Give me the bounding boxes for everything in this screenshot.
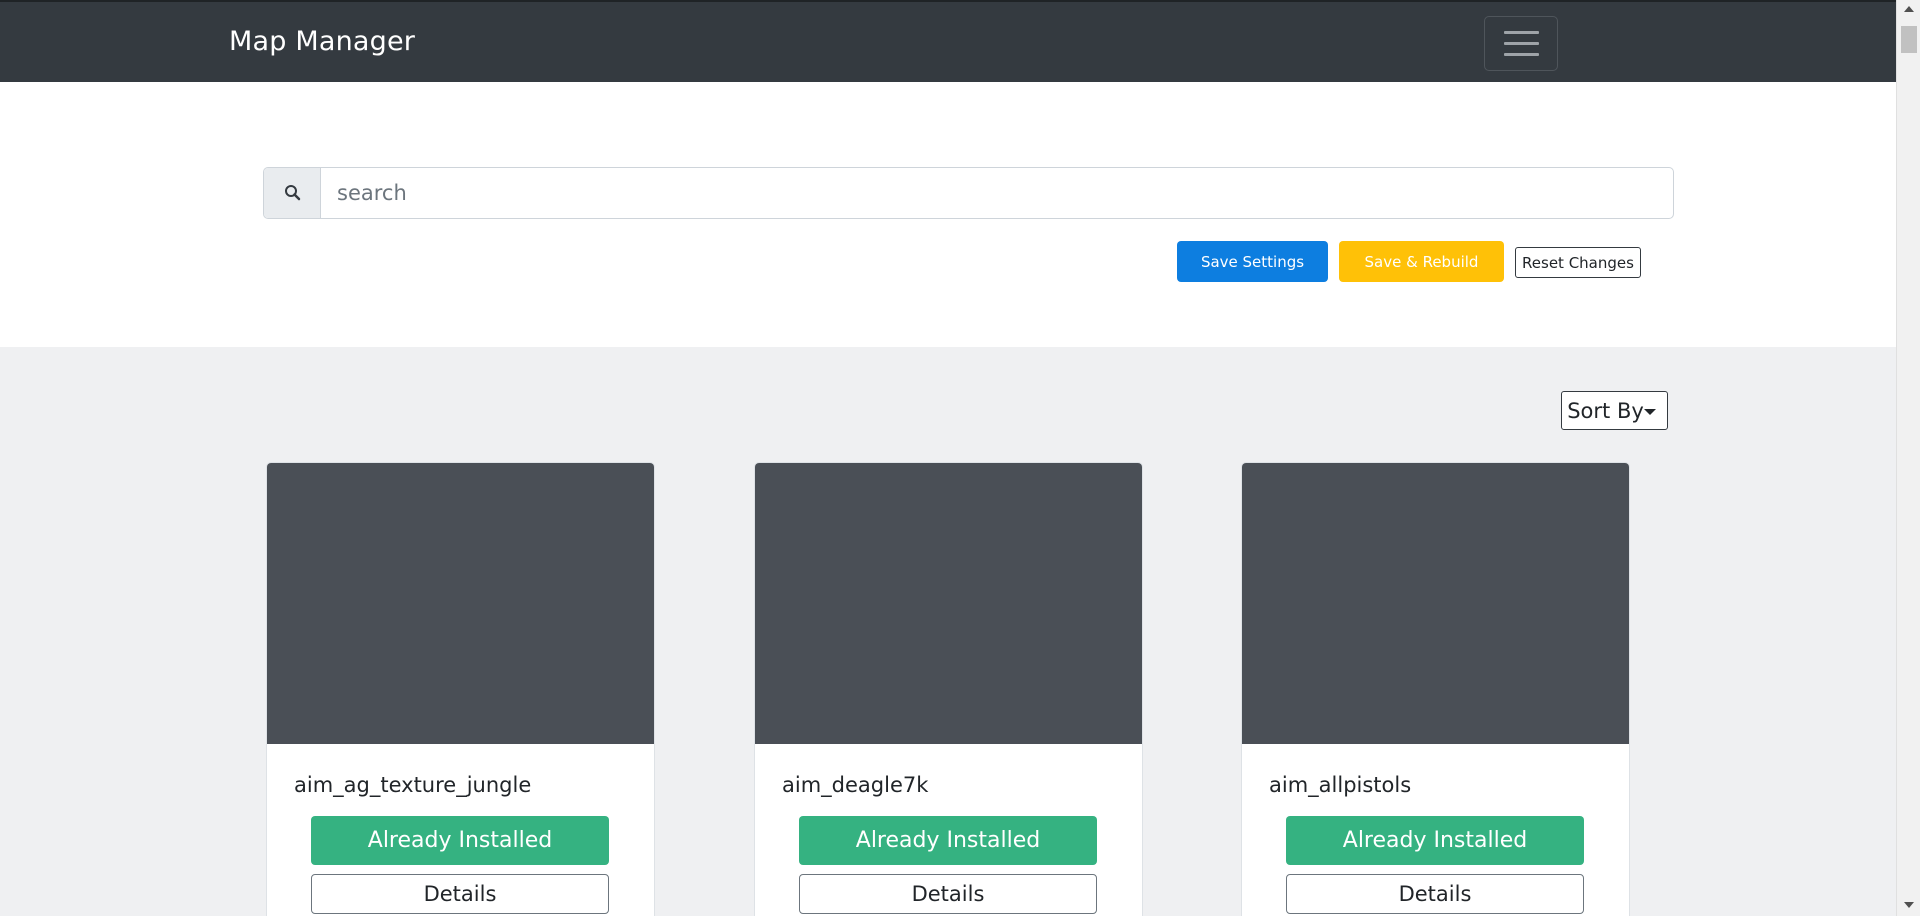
sort-by-label: Sort By	[1567, 398, 1644, 423]
scroll-down-arrow-icon[interactable]	[1904, 902, 1914, 908]
navbar: Map Manager	[0, 0, 1896, 82]
map-thumbnail	[1242, 463, 1629, 744]
caret-down-icon	[1644, 409, 1656, 415]
details-button[interactable]: Details	[1286, 874, 1584, 914]
controls-section: Save Settings Save & Rebuild Reset Chang…	[0, 82, 1896, 347]
hamburger-icon-bar-top	[1504, 31, 1539, 34]
reset-changes-button[interactable]: Reset Changes	[1515, 247, 1641, 278]
navbar-brand[interactable]: Map Manager	[229, 26, 415, 57]
map-title: aim_deagle7k	[782, 773, 929, 797]
map-card: aim_deagle7k Already Installed Details	[754, 462, 1143, 916]
save-settings-button[interactable]: Save Settings	[1177, 241, 1328, 282]
map-thumbnail	[755, 463, 1142, 744]
map-title: aim_allpistols	[1269, 773, 1412, 797]
scroll-up-arrow-icon[interactable]	[1904, 6, 1914, 12]
hamburger-icon-bar-bottom	[1504, 53, 1539, 56]
already-installed-button[interactable]: Already Installed	[799, 816, 1097, 865]
hamburger-icon-bar-middle	[1504, 42, 1539, 45]
map-card: aim_allpistols Already Installed Details	[1241, 462, 1630, 916]
map-thumbnail	[267, 463, 654, 744]
save-rebuild-button[interactable]: Save & Rebuild	[1339, 241, 1504, 282]
search-icon-addon	[264, 168, 321, 218]
details-button[interactable]: Details	[799, 874, 1097, 914]
sort-by-dropdown[interactable]: Sort By	[1561, 391, 1668, 430]
search-input[interactable]	[321, 168, 1673, 218]
scrollbar-thumb[interactable]	[1901, 26, 1917, 53]
already-installed-button[interactable]: Already Installed	[311, 816, 609, 865]
already-installed-button[interactable]: Already Installed	[1286, 816, 1584, 865]
map-card: aim_ag_texture_jungle Already Installed …	[266, 462, 655, 916]
search-group	[263, 167, 1674, 219]
navbar-toggler-button[interactable]	[1484, 16, 1558, 71]
page: Map Manager Save Settings Save & Rebuild…	[0, 0, 1896, 916]
search-icon	[285, 185, 301, 201]
details-button[interactable]: Details	[311, 874, 609, 914]
vertical-scrollbar[interactable]	[1896, 0, 1920, 916]
map-title: aim_ag_texture_jungle	[294, 773, 532, 797]
